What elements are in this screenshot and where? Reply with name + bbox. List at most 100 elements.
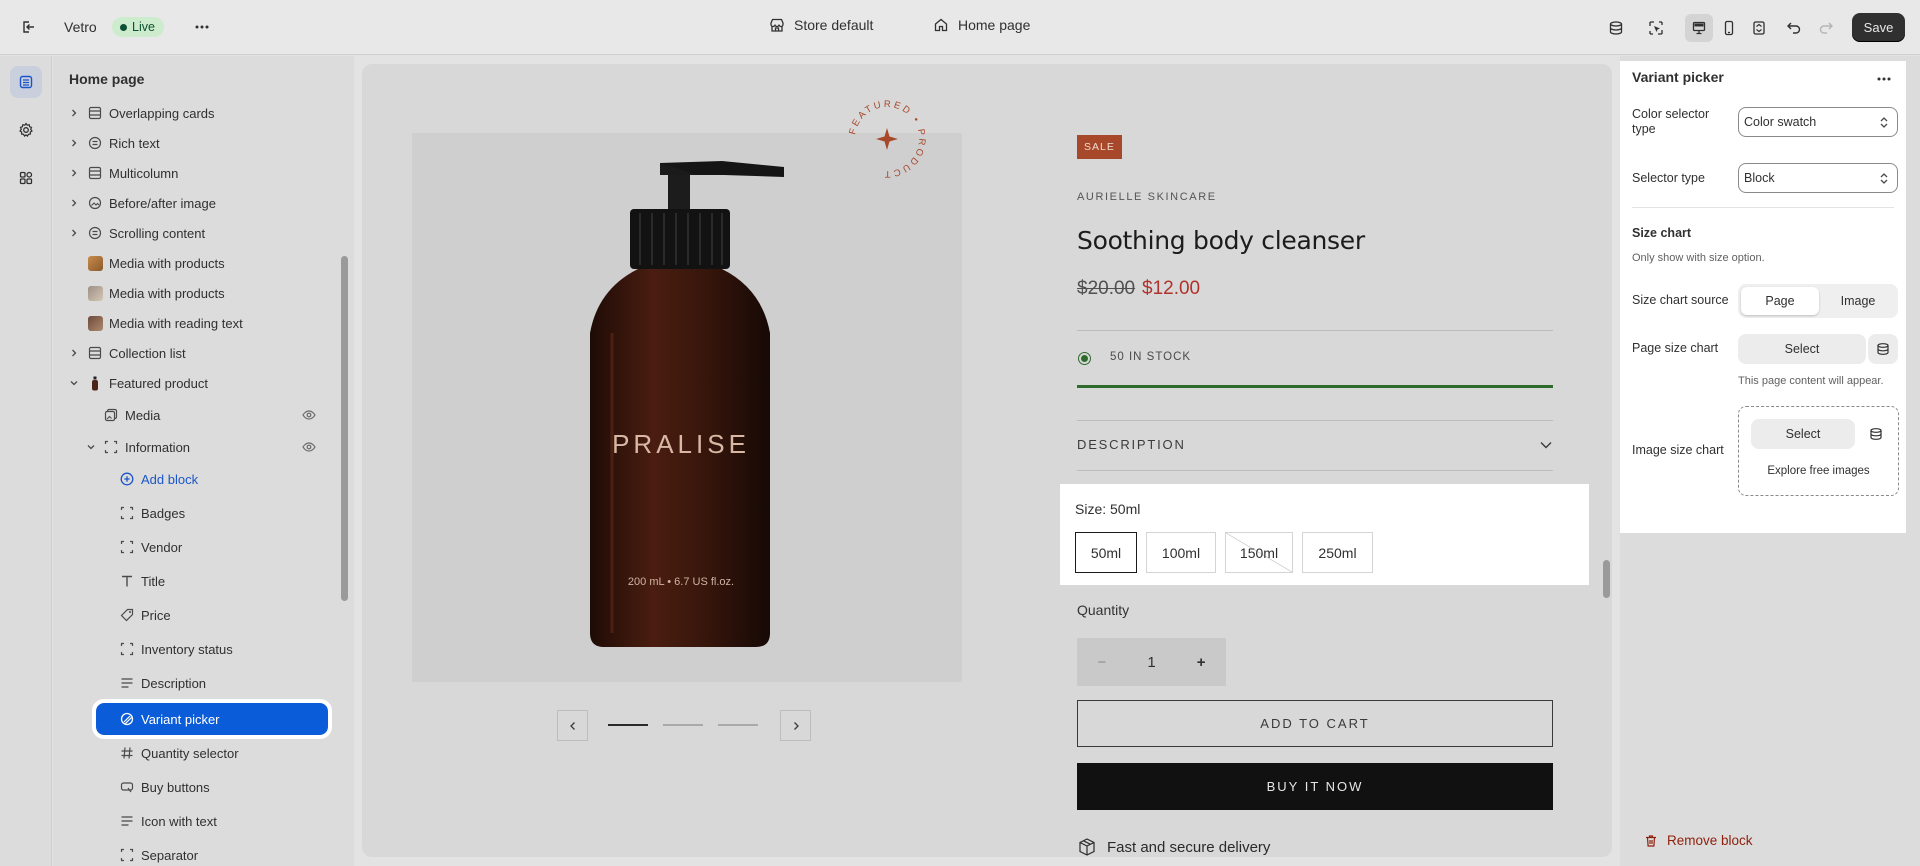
product-image[interactable]: PRALISE 200 mL • 6.7 US fl.oz. xyxy=(412,133,962,682)
sidebar-item-rich-text[interactable]: Rich text xyxy=(53,130,354,156)
sidebar-item-price[interactable]: Price xyxy=(53,602,354,628)
sections-icon[interactable] xyxy=(10,66,42,98)
plus-button[interactable]: + xyxy=(1176,654,1226,671)
top-bar: Vetro Live Store default Home page Save xyxy=(0,0,1920,55)
live-label: Live xyxy=(132,20,155,34)
storefront-preview: PRALISE 200 mL • 6.7 US fl.oz. FEATURED … xyxy=(362,64,1612,857)
source-page-option[interactable]: Page xyxy=(1741,287,1819,315)
sidebar-item-label: Scrolling content xyxy=(109,225,206,241)
sidebar-item-media-with-reading-text[interactable]: Media with reading text xyxy=(53,310,354,336)
size-label: Size: 50ml xyxy=(1075,501,1141,517)
chevron-right-icon[interactable] xyxy=(69,348,79,358)
chevron-right-icon[interactable] xyxy=(69,228,79,238)
size-option-150ml[interactable]: 150ml xyxy=(1225,532,1293,573)
sidebar-item-icon-with-text[interactable]: Icon with text xyxy=(53,808,354,834)
minus-button[interactable]: − xyxy=(1077,654,1127,671)
database-icon[interactable] xyxy=(1602,14,1630,42)
size-option-50ml[interactable]: 50ml xyxy=(1075,532,1137,573)
redo-icon[interactable] xyxy=(1812,14,1840,42)
undo-icon[interactable] xyxy=(1780,14,1808,42)
sidebar-item-variant-picker[interactable]: Variant picker xyxy=(53,706,354,732)
sidebar-item-separator[interactable]: Separator xyxy=(53,842,354,866)
image-select-button[interactable]: Select xyxy=(1751,419,1855,449)
sidebar-item-label: Buy buttons xyxy=(141,779,210,795)
sidebar-item-information[interactable]: Information xyxy=(53,434,354,460)
sidebar-item-buy-buttons[interactable]: Buy buttons xyxy=(53,774,354,800)
explore-free-images-link[interactable]: Explore free images xyxy=(1739,465,1898,477)
sidebar-item-before-after-image[interactable]: Before/after image xyxy=(53,190,354,216)
color-selector-select[interactable]: Color swatch xyxy=(1738,107,1898,137)
inspector-icon[interactable] xyxy=(1642,14,1670,42)
sidebar-item-media[interactable]: Media xyxy=(53,402,354,428)
chevron-right-icon[interactable] xyxy=(69,168,79,178)
selector-type-select[interactable]: Block xyxy=(1738,163,1898,193)
sidebar-item-label: Title xyxy=(141,573,166,589)
mobile-icon[interactable] xyxy=(1715,14,1743,42)
page-selector[interactable]: Home page xyxy=(933,17,1030,33)
chevron-right-icon[interactable] xyxy=(69,198,79,208)
add-block-button[interactable]: Add block xyxy=(53,466,354,492)
chevron-down-icon[interactable] xyxy=(86,442,96,452)
sidebar-item-featured-product[interactable]: Featured product xyxy=(53,370,354,396)
image-compare-icon xyxy=(87,195,103,211)
quantity-input[interactable]: 1 xyxy=(1127,654,1177,671)
image-picker-dropzone[interactable]: Select Explore free images xyxy=(1738,406,1899,496)
description-toggle[interactable]: DESCRIPTION xyxy=(1077,437,1186,452)
source-image-option[interactable]: Image xyxy=(1821,287,1895,315)
theme-selector[interactable]: Store default xyxy=(769,17,873,33)
sidebar-scrollbar[interactable] xyxy=(341,256,348,601)
eye-icon[interactable] xyxy=(301,439,317,455)
save-button[interactable]: Save xyxy=(1852,13,1905,42)
text-section-icon xyxy=(87,135,103,151)
more-options-icon[interactable] xyxy=(1876,71,1892,87)
size-chart-heading: Size chart xyxy=(1632,226,1692,240)
sidebar-item-media-with-products-2[interactable]: Media with products xyxy=(53,280,354,306)
sidebar-title: Home page xyxy=(69,71,145,87)
divider xyxy=(1077,470,1553,471)
sidebar-item-overlapping-cards[interactable]: Overlapping cards xyxy=(53,100,354,126)
desktop-icon[interactable] xyxy=(1685,14,1713,42)
sidebar-item-title[interactable]: Title xyxy=(53,568,354,594)
chevron-right-icon[interactable] xyxy=(69,108,79,118)
plus-circle-icon xyxy=(119,471,135,487)
dynamic-source-icon[interactable] xyxy=(1861,419,1891,449)
fullscreen-icon[interactable] xyxy=(1745,14,1773,42)
gallery-dot-active[interactable] xyxy=(608,724,648,726)
preview-scrollbar[interactable] xyxy=(1603,560,1610,598)
sidebar-item-scrolling-content[interactable]: Scrolling content xyxy=(53,220,354,246)
size-option-250ml[interactable]: 250ml xyxy=(1302,532,1373,573)
add-to-cart-button[interactable]: ADD TO CART xyxy=(1077,700,1553,747)
sidebar-item-media-with-products[interactable]: Media with products xyxy=(53,250,354,276)
dynamic-source-icon[interactable] xyxy=(1868,334,1898,364)
sidebar-item-label: Description xyxy=(141,675,207,691)
gallery-dot[interactable] xyxy=(718,724,758,726)
prev-image-button[interactable] xyxy=(557,710,588,741)
page-select-button[interactable]: Select xyxy=(1738,334,1866,364)
size-option-100ml[interactable]: 100ml xyxy=(1146,532,1216,573)
exit-icon[interactable] xyxy=(14,13,42,41)
sidebar-item-badges[interactable]: Badges xyxy=(53,500,354,526)
chevron-right-icon[interactable] xyxy=(69,138,79,148)
remove-block-button[interactable]: Remove block xyxy=(1644,833,1753,848)
sidebar-item-multicolumn[interactable]: Multicolumn xyxy=(53,160,354,186)
apps-icon[interactable] xyxy=(10,162,42,194)
next-image-button[interactable] xyxy=(780,710,811,741)
sidebar-item-description[interactable]: Description xyxy=(53,670,354,696)
chevron-down-icon[interactable] xyxy=(69,378,79,388)
chevron-down-icon[interactable] xyxy=(1540,441,1552,449)
gallery-dot[interactable] xyxy=(663,724,703,726)
eye-icon[interactable] xyxy=(301,407,317,423)
settings-gear-icon[interactable] xyxy=(10,114,42,146)
more-icon[interactable] xyxy=(188,13,216,41)
buy-it-now-button[interactable]: BUY IT NOW xyxy=(1077,763,1553,810)
sidebar-item-label: Multicolumn xyxy=(109,165,179,181)
sidebar-item-inventory-status[interactable]: Inventory status xyxy=(53,636,354,662)
block-icon xyxy=(119,641,135,657)
sidebar-item-label: Quantity selector xyxy=(141,745,239,761)
sidebar-item-quantity-selector[interactable]: Quantity selector xyxy=(53,740,354,766)
sale-price: $12.00 xyxy=(1142,278,1201,299)
sidebar-item-label: Price xyxy=(141,607,171,623)
sidebar-item-vendor[interactable]: Vendor xyxy=(53,534,354,560)
sidebar-item-collection-list[interactable]: Collection list xyxy=(53,340,354,366)
sidebar-item-label: Icon with text xyxy=(141,813,217,829)
